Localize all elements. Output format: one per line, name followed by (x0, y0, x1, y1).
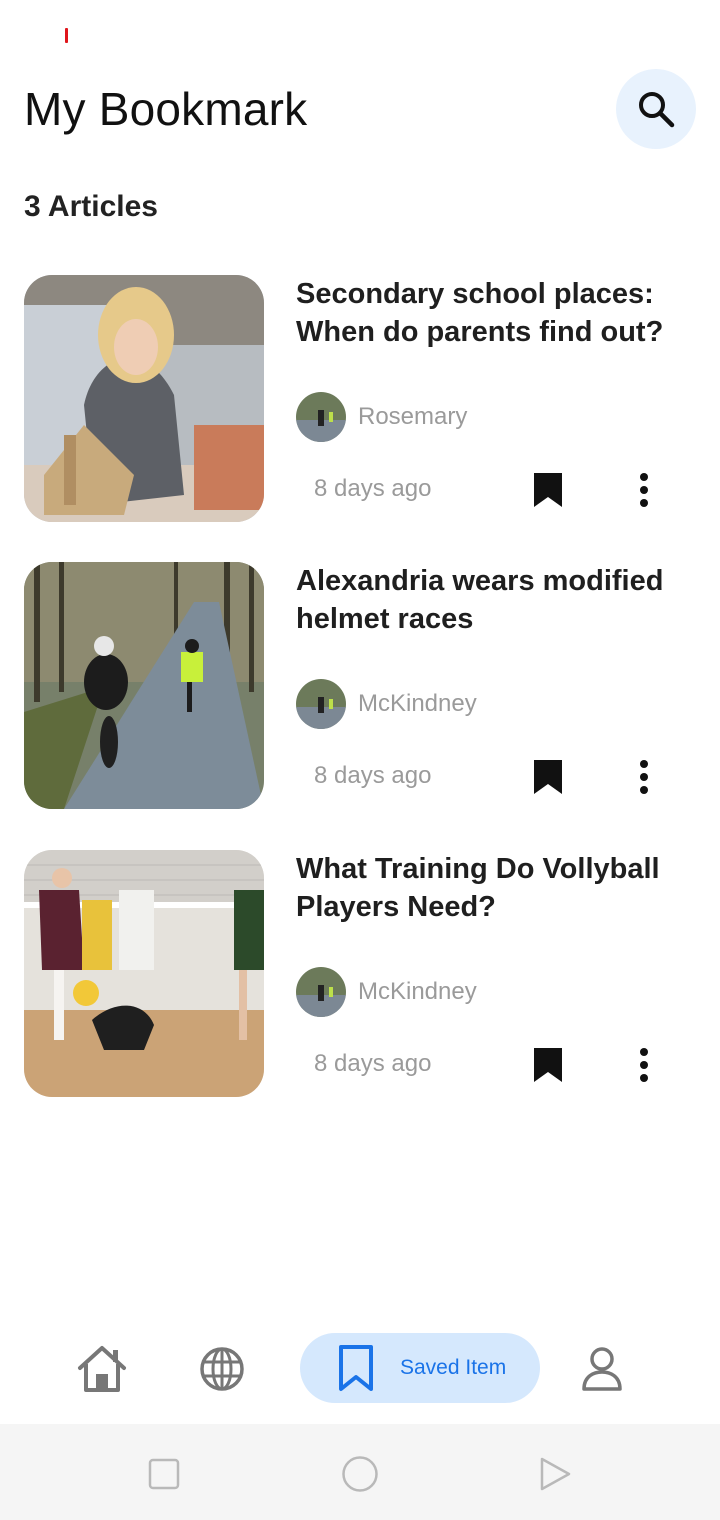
circle-icon (342, 1456, 378, 1492)
article-card[interactable]: Secondary school places: When do parents… (24, 275, 696, 522)
more-options-button[interactable] (628, 1046, 660, 1084)
avatar (296, 679, 346, 729)
article-thumbnail[interactable] (24, 562, 264, 809)
header: My Bookmark (24, 68, 696, 150)
nav-explore[interactable] (192, 1344, 252, 1394)
nav-saved-label: Saved Item (400, 1356, 507, 1379)
more-vertical-icon (640, 1048, 648, 1082)
article-title[interactable]: Secondary school places: When do parents… (296, 275, 696, 351)
bookmark-filled-icon (534, 473, 562, 507)
girl-building-catapult-photo (24, 275, 264, 522)
system-navigation-bar (0, 1424, 720, 1520)
bookmark-button[interactable] (532, 471, 564, 509)
globe-icon (200, 1347, 244, 1391)
avatar (296, 392, 346, 442)
bookmark-filled-icon (534, 760, 562, 794)
nav-profile[interactable] (572, 1344, 632, 1394)
more-vertical-icon (640, 760, 648, 794)
author-name: Rosemary (358, 403, 468, 430)
more-options-button[interactable] (628, 471, 660, 509)
article-time: 8 days ago (314, 762, 432, 789)
author-name: McKindney (358, 978, 477, 1005)
author-name: McKindney (358, 690, 477, 717)
nav-saved-item[interactable]: Saved Item (300, 1333, 540, 1403)
nav-home[interactable] (72, 1344, 132, 1394)
author-row: McKindney (296, 966, 477, 1018)
back-system-button[interactable] (535, 1454, 575, 1494)
cyclists-on-road-photo (24, 562, 264, 809)
bookmark-button[interactable] (532, 758, 564, 796)
bookmark-button[interactable] (532, 1046, 564, 1084)
search-button[interactable] (616, 69, 696, 149)
bottom-navigation: Saved Item (0, 1320, 720, 1420)
home-system-button[interactable] (340, 1454, 380, 1494)
avatar (296, 967, 346, 1017)
article-title[interactable]: What Training Do Vollyball Players Need? (296, 850, 696, 926)
volleyball-match-photo (24, 850, 264, 1097)
article-thumbnail[interactable] (24, 850, 264, 1097)
more-options-button[interactable] (628, 758, 660, 796)
page-title: My Bookmark (24, 83, 308, 135)
search-icon (639, 92, 675, 128)
triangle-icon (540, 1457, 571, 1491)
home-icon (78, 1346, 126, 1392)
user-icon (582, 1347, 622, 1391)
status-indicator (65, 28, 68, 43)
author-row: Rosemary (296, 391, 467, 443)
article-count: 3 Articles (24, 190, 158, 223)
article-card[interactable]: Alexandria wears modified helmet races M… (24, 562, 696, 809)
bookmark-filled-icon (534, 1048, 562, 1082)
article-time: 8 days ago (314, 475, 432, 502)
article-thumbnail[interactable] (24, 275, 264, 522)
more-vertical-icon (640, 473, 648, 507)
bookmark-icon (339, 1345, 373, 1391)
article-card[interactable]: What Training Do Vollyball Players Need?… (24, 850, 696, 1097)
square-icon (148, 1458, 180, 1490)
article-time: 8 days ago (314, 1050, 432, 1077)
article-title[interactable]: Alexandria wears modified helmet races (296, 562, 696, 638)
recent-apps-button[interactable] (144, 1454, 184, 1494)
author-row: McKindney (296, 678, 477, 730)
